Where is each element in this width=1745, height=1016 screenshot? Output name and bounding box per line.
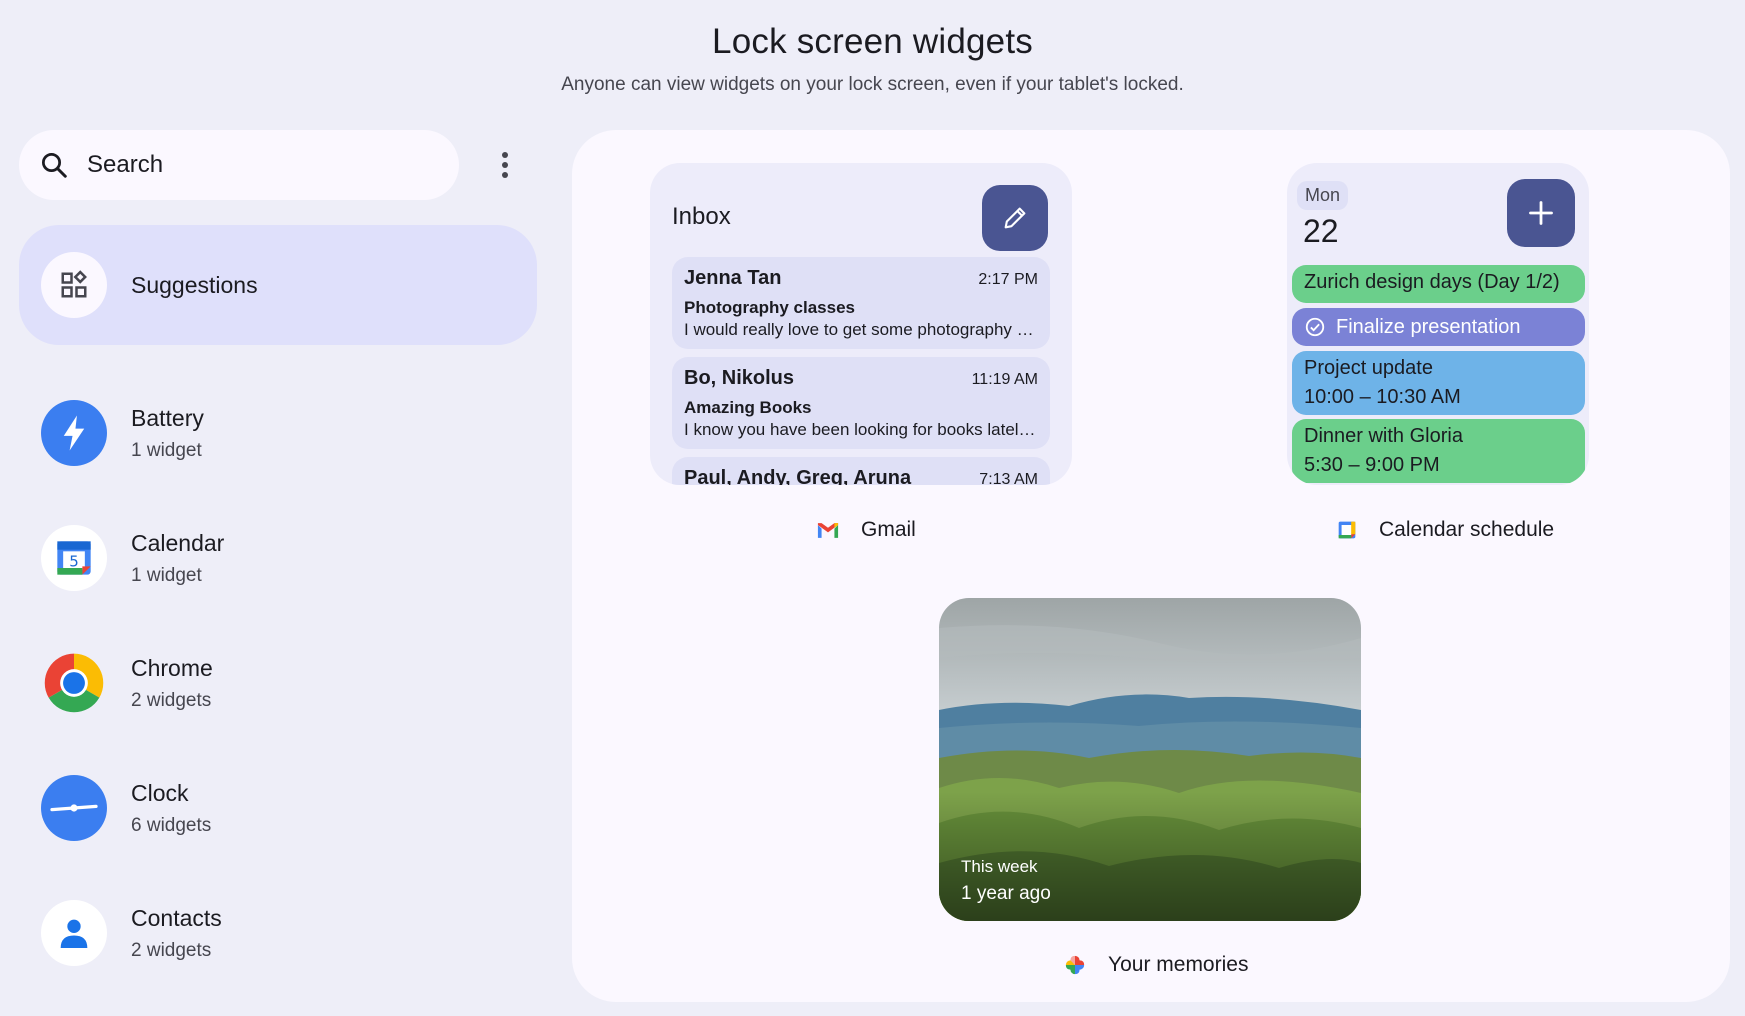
- inbox-title: Inbox: [672, 203, 731, 230]
- widget-count: 2 widgets: [131, 689, 212, 711]
- email-item[interactable]: Bo, Nikolus 11:19 AM Amazing Books I kno…: [672, 357, 1050, 449]
- plus-icon: [1529, 201, 1553, 225]
- calendar-event[interactable]: Zurich design days (Day 1/2): [1292, 265, 1585, 303]
- chrome-icon: [41, 650, 107, 716]
- email-subject: Amazing Books: [684, 398, 812, 417]
- compose-button[interactable]: [982, 185, 1048, 251]
- more-options-button[interactable]: [488, 145, 522, 185]
- sidebar-item-label: Suggestions: [131, 271, 258, 298]
- sidebar-item-label: Battery: [131, 404, 204, 431]
- calendar-task[interactable]: Finalize presentation: [1292, 308, 1585, 346]
- calendar-event[interactable]: Project update 10:00 – 10:30 AM: [1292, 351, 1585, 415]
- event-time: 10:00 – 10:30 AM: [1304, 386, 1461, 408]
- check-circle-icon: [1305, 317, 1325, 337]
- calendar-logo-icon: [1337, 520, 1357, 540]
- search-input[interactable]: Search: [19, 130, 459, 200]
- search-placeholder: Search: [87, 151, 164, 178]
- widget-count: 2 widgets: [131, 939, 212, 961]
- widget-count: 1 widget: [131, 564, 202, 586]
- search-icon: [42, 153, 67, 178]
- calendar-app-icon: 5: [41, 525, 107, 591]
- email-item[interactable]: Paul, Andy, Greg, Aruna 7:13 AM: [672, 457, 1050, 485]
- widget-name: Gmail: [861, 518, 916, 541]
- sidebar-item-chrome[interactable]: Chrome 2 widgets: [19, 623, 537, 743]
- sidebar-item-suggestions[interactable]: Suggestions: [19, 225, 537, 345]
- event-title: Dinner with Gloria: [1304, 425, 1463, 447]
- sidebar-item-label: Chrome: [131, 654, 213, 681]
- calendar-event[interactable]: Dinner with Gloria 5:30 – 9:00 PM: [1292, 419, 1585, 483]
- more-vert-icon: [502, 152, 508, 178]
- event-title: Finalize presentation: [1336, 315, 1521, 338]
- email-item[interactable]: Jenna Tan 2:17 PM Photography classes I …: [672, 257, 1050, 349]
- widget-name: Calendar schedule: [1379, 518, 1555, 541]
- pencil-icon: [1004, 207, 1026, 229]
- memory-caption: This week: [961, 857, 1038, 876]
- photos-logo-icon: [1064, 954, 1086, 976]
- sidebar-item-clock[interactable]: Clock 6 widgets: [19, 748, 537, 868]
- gmail-logo-icon: [817, 522, 839, 539]
- widget-count: 6 widgets: [131, 814, 212, 836]
- email-time: 11:19 AM: [971, 371, 1038, 388]
- clock-icon: [41, 775, 107, 841]
- email-time: 7:13 AM: [979, 471, 1038, 485]
- gmail-widget-label: Gmail: [817, 518, 916, 542]
- calendar-widget-label: Calendar schedule: [1337, 518, 1554, 542]
- page-subtitle: Anyone can view widgets on your lock scr…: [561, 74, 1184, 95]
- contacts-icon: [41, 900, 107, 966]
- memories-widget[interactable]: This week 1 year ago: [939, 598, 1361, 921]
- widgets-icon: [41, 252, 107, 318]
- memories-widget-label: Your memories: [1064, 953, 1248, 977]
- add-event-button[interactable]: [1507, 179, 1575, 247]
- page-header: Lock screen widgets Anyone can view widg…: [0, 22, 1745, 96]
- email-snippet: I would really love to get some photogra…: [684, 320, 1038, 339]
- event-time: 5:30 – 9:00 PM: [1304, 454, 1440, 476]
- widget-name: Your memories: [1108, 953, 1249, 976]
- calendar-date: 22: [1303, 213, 1339, 249]
- email-snippet: I know you have been looking for books l…: [684, 420, 1038, 439]
- email-subject: Photography classes: [684, 298, 856, 317]
- sidebar-item-label: Contacts: [131, 904, 222, 931]
- calendar-widget[interactable]: Mon 22 Zurich design days (Day 1/2) Fina…: [1287, 163, 1589, 485]
- svg-text:5: 5: [69, 552, 79, 570]
- email-time: 2:17 PM: [978, 271, 1038, 288]
- sidebar-item-label: Clock: [131, 779, 189, 806]
- sidebar-item-label: Calendar: [131, 529, 225, 556]
- page-title: Lock screen widgets: [712, 22, 1033, 61]
- sidebar-item-battery[interactable]: Battery 1 widget: [19, 373, 537, 493]
- widget-count: 1 widget: [131, 439, 202, 461]
- calendar-day: Mon: [1297, 181, 1349, 210]
- sidebar-item-calendar[interactable]: 5 Calendar 1 widget: [19, 498, 537, 618]
- battery-icon: [41, 400, 107, 466]
- event-title: Zurich design days (Day 1/2): [1304, 271, 1560, 293]
- sidebar-item-contacts[interactable]: Contacts 2 widgets: [19, 873, 537, 993]
- gmail-widget[interactable]: Inbox Jenna Tan 2:17 PM Photography clas…: [650, 163, 1072, 485]
- event-title: Project update: [1304, 357, 1433, 379]
- memory-date: 1 year ago: [961, 883, 1051, 904]
